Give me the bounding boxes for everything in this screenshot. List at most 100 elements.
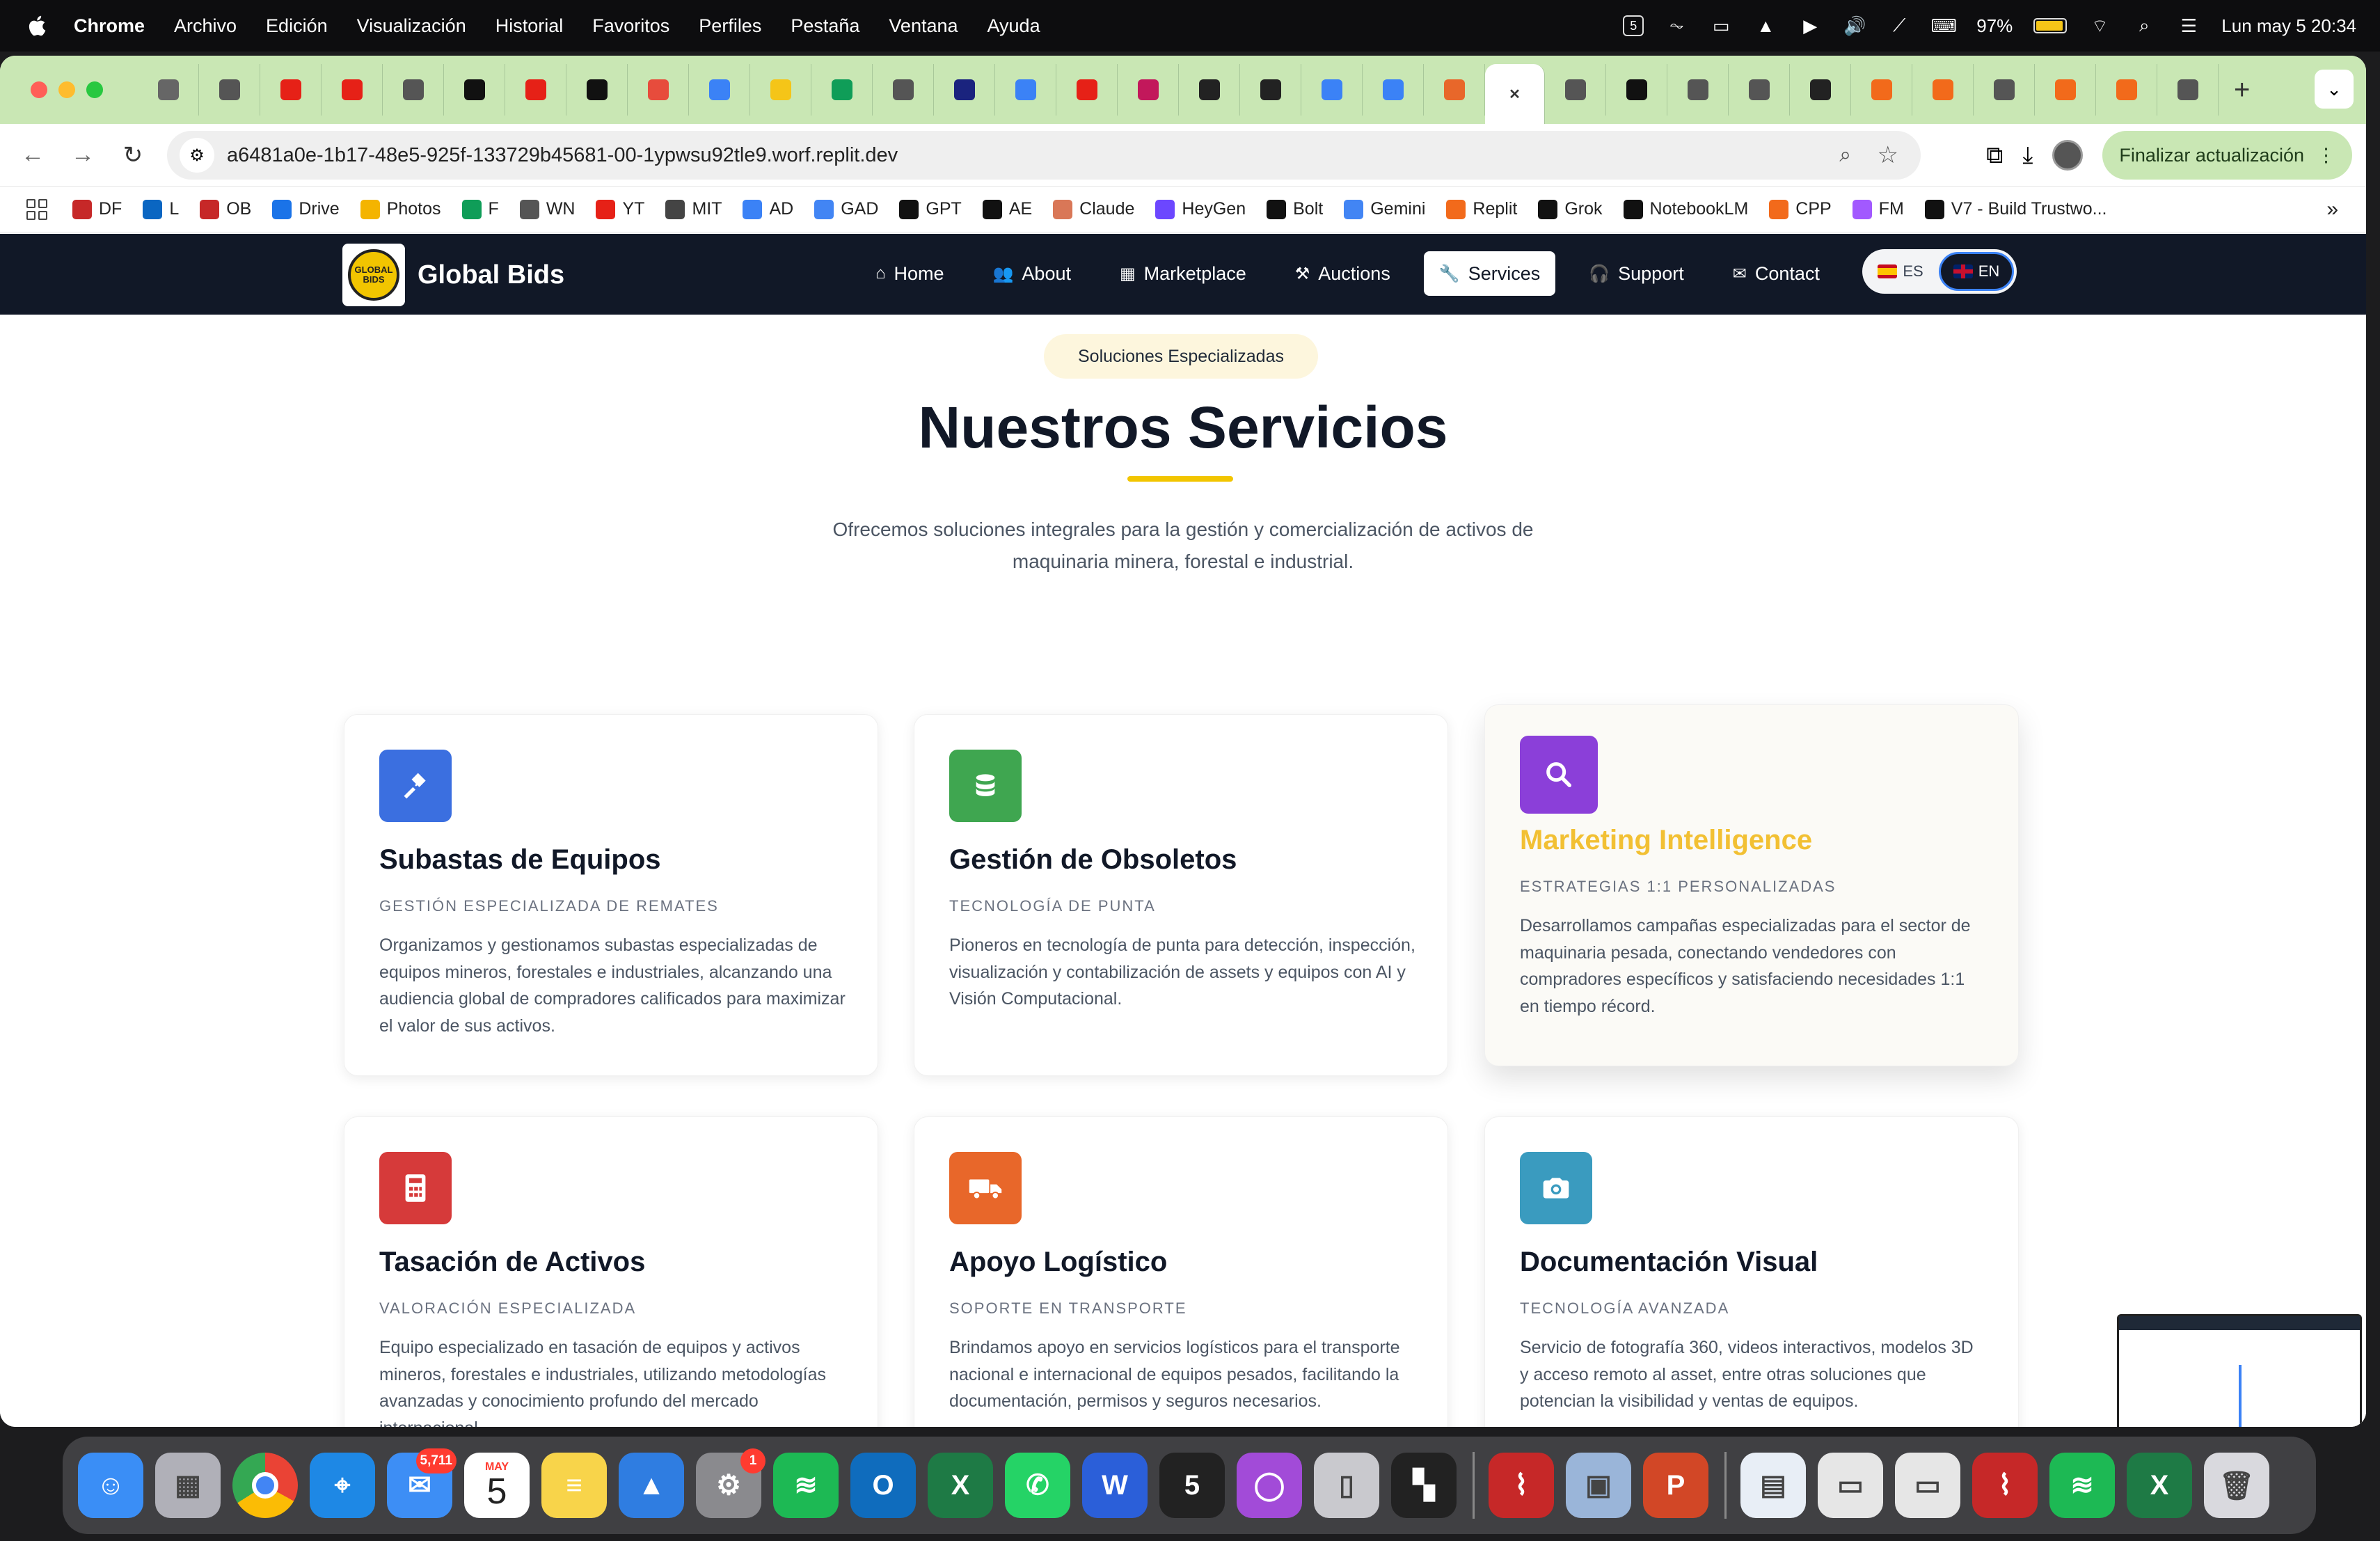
calendar-icon[interactable]: MAY 5 bbox=[464, 1453, 530, 1518]
tab[interactable] bbox=[505, 64, 566, 116]
word-icon[interactable]: W bbox=[1082, 1453, 1148, 1518]
whatsapp-icon[interactable]: ✆ bbox=[1005, 1453, 1070, 1518]
folder-icon[interactable]: ▤ bbox=[1740, 1453, 1806, 1518]
preview-icon[interactable]: ▣ bbox=[1566, 1453, 1631, 1518]
tab[interactable] bbox=[750, 64, 811, 116]
address-bar[interactable]: ⚙ a6481a0e-1b17-48e5-925f-133729b45681-0… bbox=[167, 131, 1921, 180]
service-card[interactable]: Subastas de Equipos GESTIÓN ESPECIALIZADA… bbox=[344, 714, 878, 1076]
site-info-icon[interactable]: ⚙ bbox=[180, 138, 214, 173]
menu-edicion[interactable]: Edición bbox=[266, 15, 328, 37]
control-center-icon[interactable]: ☰ bbox=[2177, 14, 2200, 38]
settings-icon[interactable]: ⚙ 1 bbox=[696, 1448, 765, 1518]
taskade-icon[interactable]: ▚ bbox=[1391, 1453, 1457, 1518]
close-window-button[interactable] bbox=[31, 81, 47, 98]
tab[interactable] bbox=[260, 64, 322, 116]
bookmark-item[interactable]: GPT bbox=[899, 199, 962, 219]
bookmark-item[interactable]: OB bbox=[200, 199, 251, 219]
tab[interactable] bbox=[1424, 64, 1485, 116]
acrobat-icon[interactable]: ⌇ bbox=[1489, 1453, 1554, 1518]
download-icon[interactable]: ⤓ bbox=[2022, 142, 2033, 169]
bookmark-star-icon[interactable]: ☆ bbox=[1878, 141, 1898, 169]
outlook-icon[interactable]: O bbox=[850, 1453, 916, 1518]
menu-archivo[interactable]: Archivo bbox=[174, 15, 237, 37]
nav-about[interactable]: 👥 About bbox=[978, 251, 1086, 296]
acrobat-mini-icon[interactable]: ⌇ bbox=[1972, 1453, 2038, 1518]
menu-ayuda[interactable]: Ayuda bbox=[987, 15, 1040, 37]
tab[interactable] bbox=[566, 64, 628, 116]
picture-in-picture-thumbnail[interactable] bbox=[2117, 1314, 2362, 1427]
apple-icon[interactable] bbox=[26, 14, 50, 38]
menu-pestana[interactable]: Pestaña bbox=[791, 15, 859, 37]
maximize-window-button[interactable] bbox=[86, 81, 103, 98]
forward-button[interactable]: → bbox=[65, 138, 100, 173]
tab[interactable] bbox=[199, 64, 260, 116]
bookmark-item[interactable]: GAD bbox=[814, 199, 878, 219]
service-card[interactable]: Tasación de Activos VALORACIÓN ESPECIALIZ… bbox=[344, 1116, 878, 1427]
bookmark-item[interactable]: L bbox=[143, 199, 179, 219]
menu-favoritos[interactable]: Favoritos bbox=[592, 15, 669, 37]
bookmark-item[interactable]: Bolt bbox=[1267, 199, 1323, 219]
bookmark-item[interactable]: MIT bbox=[665, 199, 722, 219]
bookmark-item[interactable]: AE bbox=[982, 199, 1032, 219]
tab[interactable] bbox=[2096, 64, 2157, 116]
bookmark-item[interactable]: Photos bbox=[360, 199, 441, 219]
apps-grid-icon[interactable] bbox=[26, 198, 47, 220]
profile-avatar[interactable] bbox=[2052, 140, 2084, 171]
tab[interactable] bbox=[811, 64, 873, 116]
menu-perfiles[interactable]: Perfiles bbox=[699, 15, 761, 37]
tab[interactable] bbox=[1851, 64, 1912, 116]
tab[interactable] bbox=[322, 64, 383, 116]
close-tab-icon[interactable]: ✕ bbox=[1505, 84, 1525, 104]
new-tab-button[interactable]: + bbox=[2234, 74, 2250, 106]
iphone-mirroring-icon[interactable]: ▯ bbox=[1314, 1453, 1379, 1518]
keynote-icon[interactable]: ▲ bbox=[619, 1453, 684, 1518]
nav-auctions[interactable]: ⚒ Auctions bbox=[1280, 251, 1406, 296]
trash-icon[interactable]: 🗑 bbox=[2204, 1453, 2269, 1518]
lang-es-button[interactable]: ES bbox=[1865, 252, 1936, 291]
menu-historial[interactable]: Historial bbox=[495, 15, 564, 37]
nav-support[interactable]: 🎧 Support bbox=[1573, 251, 1699, 296]
service-card[interactable]: Marketing Intelligence ESTRATEGIAS 1:1 PE… bbox=[1484, 704, 2019, 1066]
tab[interactable] bbox=[628, 64, 689, 116]
back-button[interactable]: ← bbox=[15, 138, 50, 173]
extensions-icon[interactable]: ⧉ bbox=[1986, 142, 2003, 169]
tab[interactable] bbox=[1056, 64, 1118, 116]
battery-icon[interactable] bbox=[2033, 18, 2068, 33]
tab[interactable] bbox=[1912, 64, 1974, 116]
minimize-window-button[interactable] bbox=[58, 81, 75, 98]
bookmark-item[interactable]: F bbox=[461, 199, 499, 219]
zoom-icon[interactable]: ⌕ bbox=[1839, 143, 1851, 167]
spotify-mini-icon[interactable]: ≋ bbox=[2049, 1453, 2115, 1518]
volume-icon[interactable]: 🔊 bbox=[1843, 14, 1866, 38]
nav-services[interactable]: 🔧 Services bbox=[1423, 251, 1556, 296]
chrome-icon[interactable] bbox=[232, 1453, 298, 1518]
tab-search-button[interactable]: ⌄ bbox=[2315, 70, 2354, 109]
more-bookmarks-icon[interactable]: » bbox=[2326, 198, 2338, 221]
five-app-icon[interactable]: 5 bbox=[1159, 1453, 1225, 1518]
menu-ventana[interactable]: Ventana bbox=[889, 15, 958, 37]
bookmark-item[interactable]: Claude bbox=[1053, 199, 1134, 219]
service-card[interactable]: Apoyo Logístico SOPORTE EN TRANSPORTE Brin… bbox=[914, 1116, 1448, 1427]
spotify-icon[interactable]: ≋ bbox=[773, 1453, 839, 1518]
nav-contact[interactable]: ✉ Contact bbox=[1717, 251, 1835, 296]
finder-icon[interactable]: ☺ bbox=[78, 1453, 143, 1518]
tab[interactable] bbox=[934, 64, 995, 116]
window-thumb-icon[interactable]: ▭ bbox=[1895, 1453, 1960, 1518]
tab[interactable] bbox=[1667, 64, 1729, 116]
brand[interactable]: GLOBAL BIDS Global Bids bbox=[342, 244, 564, 306]
bluetooth-off-icon[interactable]: ⟋ bbox=[1887, 14, 1911, 38]
bookmark-item[interactable]: Replit bbox=[1446, 199, 1517, 219]
screen-mirror-icon[interactable]: ▭ bbox=[1709, 14, 1733, 38]
notes-icon[interactable]: ≡ bbox=[541, 1453, 607, 1518]
bookmark-item[interactable]: WN bbox=[519, 199, 575, 219]
mail-icon[interactable]: ✉ 5,711 bbox=[387, 1448, 457, 1518]
powerpoint-icon[interactable]: P bbox=[1643, 1453, 1708, 1518]
spotlight-search-icon[interactable]: ⌕ bbox=[2132, 14, 2156, 38]
tab[interactable] bbox=[1729, 64, 1790, 116]
excel-icon[interactable]: X bbox=[928, 1453, 993, 1518]
tab[interactable] bbox=[995, 64, 1056, 116]
tab[interactable] bbox=[1118, 64, 1179, 116]
tab[interactable] bbox=[2035, 64, 2096, 116]
tab[interactable] bbox=[1790, 64, 1851, 116]
launchpad-icon[interactable]: ▦ bbox=[155, 1453, 221, 1518]
